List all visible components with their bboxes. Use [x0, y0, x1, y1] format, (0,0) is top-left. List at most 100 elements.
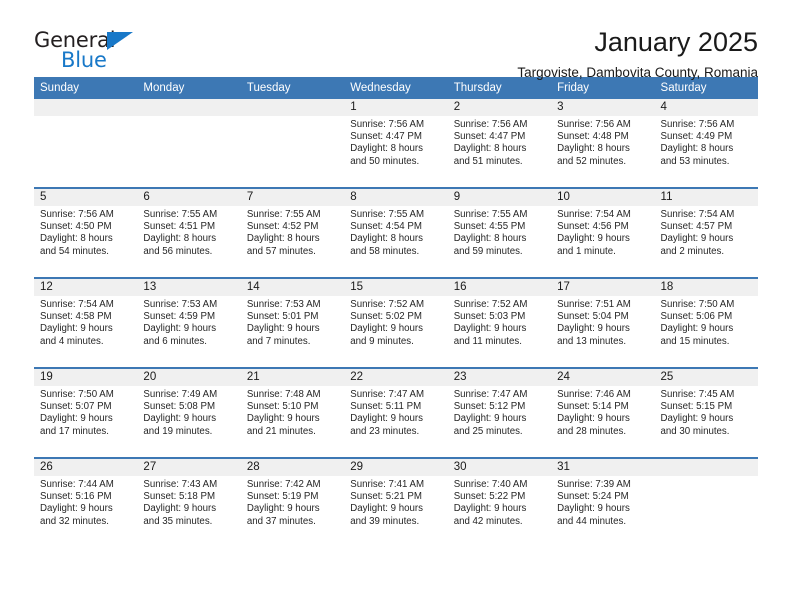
- calendar-day-cell[interactable]: 31 Sunrise: 7:39 AM Sunset: 5:24 PM Dayligh…: [551, 459, 655, 547]
- daylight-text-line1: Daylight: 9 hours: [143, 323, 217, 335]
- calendar-day-cell[interactable]: 2 Sunrise: 7:56 AM Sunset: 4:47 PM Daylight…: [447, 99, 552, 187]
- calendar-day-cell[interactable]: 10 Sunrise: 7:54 AM Sunset: 4:56 PM Dayligh…: [551, 189, 655, 277]
- sunrise-text: Sunrise: 7:46 AM: [557, 389, 631, 400]
- calendar-day-cell[interactable]: 28 Sunrise: 7:42 AM Sunset: 5:19 PM Dayligh…: [240, 459, 345, 547]
- day-details: Sunrise: 7:52 AM Sunset: 5:03 PM Daylight:…: [448, 296, 551, 348]
- day-details: Sunrise: 7:47 AM Sunset: 5:12 PM Daylight:…: [448, 386, 551, 438]
- calendar-week-row: 5 Sunrise: 7:56 AM Sunset: 4:50 PM Daylight…: [34, 189, 758, 277]
- sunrise-text: Sunrise: 7:50 AM: [40, 389, 114, 400]
- day-number-text: 12: [40, 281, 53, 293]
- sunrise-text: Sunrise: 7:42 AM: [246, 479, 321, 490]
- calendar-day-cell[interactable]: 30 Sunrise: 7:40 AM Sunset: 5:22 PM Dayligh…: [447, 459, 552, 547]
- sunset-text: Sunset: 4:56 PM: [557, 221, 629, 233]
- day-details: Sunrise: 7:54 AM Sunset: 4:58 PM Daylight:…: [34, 296, 137, 348]
- calendar-day-cell[interactable]: 4 Sunrise: 7:56 AM Sunset: 4:49 PM Daylight…: [654, 99, 758, 187]
- calendar-day-cell[interactable]: 16 Sunrise: 7:52 AM Sunset: 5:03 PM Dayligh…: [447, 279, 552, 367]
- page-subtitle: Targoviste, Dambovita County, Romania: [517, 65, 758, 81]
- calendar-day-cell[interactable]: 23 Sunrise: 7:47 AM Sunset: 5:12 PM Dayligh…: [447, 369, 552, 457]
- daylight-text-line2: and 2 minutes.: [660, 245, 725, 257]
- sunset-text: Sunset: 5:22 PM: [453, 491, 526, 503]
- day-details: Sunrise: 7:45 AM Sunset: 5:15 PM Daylight:…: [655, 386, 758, 438]
- daylight-text-line2: and 51 minutes.: [453, 155, 523, 167]
- calendar-day-cell[interactable]: 25 Sunrise: 7:45 AM Sunset: 5:15 PM Dayligh…: [654, 369, 758, 457]
- daylight-text-line1: Daylight: 9 hours: [143, 413, 217, 425]
- day-number-text: 16: [453, 281, 467, 293]
- day-details: Sunrise: 7:42 AM Sunset: 5:19 PM Daylight:…: [241, 476, 344, 528]
- calendar-day-cell[interactable]: 27 Sunrise: 7:43 AM Sunset: 5:18 PM Dayligh…: [137, 459, 241, 547]
- sunrise-text: Sunrise: 7:53 AM: [246, 299, 321, 310]
- sunset-text: Sunset: 4:55 PM: [453, 221, 526, 233]
- calendar-day-cell-empty: [34, 99, 138, 187]
- calendar-day-cell[interactable]: 15 Sunrise: 7:52 AM Sunset: 5:02 PM Dayligh…: [344, 279, 448, 367]
- calendar-day-cell[interactable]: 11 Sunrise: 7:54 AM Sunset: 4:57 PM Dayligh…: [654, 189, 758, 277]
- day-number-text: 8: [350, 191, 357, 203]
- daylight-text-line1: Daylight: 9 hours: [246, 413, 320, 425]
- day-number-text: 27: [143, 461, 157, 473]
- day-details: Sunrise: 7:50 AM Sunset: 5:07 PM Daylight:…: [34, 386, 137, 438]
- calendar-day-cell-empty: [654, 459, 758, 547]
- sunrise-text: Sunrise: 7:52 AM: [453, 299, 528, 310]
- sunrise-text: Sunrise: 7:56 AM: [453, 119, 528, 130]
- sunrise-text: Sunrise: 7:55 AM: [143, 209, 218, 220]
- daylight-text-line2: and 35 minutes.: [143, 515, 213, 527]
- calendar-day-cell[interactable]: 12 Sunrise: 7:54 AM Sunset: 4:58 PM Dayligh…: [34, 279, 138, 367]
- day-details: Sunrise: 7:54 AM Sunset: 4:56 PM Daylight:…: [551, 206, 654, 258]
- sunrise-text: Sunrise: 7:55 AM: [453, 209, 528, 220]
- calendar-day-cell[interactable]: 22 Sunrise: 7:47 AM Sunset: 5:11 PM Dayligh…: [344, 369, 448, 457]
- sunset-text: Sunset: 4:51 PM: [143, 221, 216, 233]
- sunrise-text: Sunrise: 7:56 AM: [350, 119, 425, 130]
- sunset-text: Sunset: 5:15 PM: [660, 401, 733, 413]
- day-details: Sunrise: 7:56 AM Sunset: 4:49 PM Daylight:…: [655, 116, 758, 168]
- daylight-text-line2: and 9 minutes.: [350, 335, 414, 347]
- calendar-day-cell[interactable]: 18 Sunrise: 7:50 AM Sunset: 5:06 PM Dayligh…: [654, 279, 758, 367]
- daylight-text-line2: and 6 minutes.: [143, 335, 207, 347]
- calendar-day-cell[interactable]: 24 Sunrise: 7:46 AM Sunset: 5:14 PM Dayligh…: [551, 369, 655, 457]
- daylight-text-line2: and 52 minutes.: [557, 155, 627, 167]
- day-number: [654, 459, 758, 476]
- calendar-day-cell[interactable]: 14 Sunrise: 7:53 AM Sunset: 5:01 PM Dayligh…: [240, 279, 345, 367]
- calendar-day-cell[interactable]: 9 Sunrise: 7:55 AM Sunset: 4:55 PM Daylight…: [447, 189, 552, 277]
- title-block: January 2025 Targoviste, Dambovita Count…: [144, 28, 758, 81]
- day-number: 14: [240, 279, 345, 296]
- day-number: 6: [137, 189, 241, 206]
- daylight-text-line1: Daylight: 9 hours: [557, 233, 630, 245]
- day-details: Sunrise: 7:55 AM Sunset: 4:52 PM Daylight:…: [241, 206, 344, 258]
- daylight-text-line1: Daylight: 9 hours: [453, 503, 527, 515]
- day-number-text: 19: [40, 371, 53, 383]
- day-number: 23: [447, 369, 552, 386]
- calendar-day-cell[interactable]: 20 Sunrise: 7:49 AM Sunset: 5:08 PM Dayligh…: [137, 369, 241, 457]
- sunset-text: Sunset: 5:02 PM: [350, 311, 422, 323]
- calendar-day-cell[interactable]: 5 Sunrise: 7:56 AM Sunset: 4:50 PM Daylight…: [34, 189, 138, 277]
- day-number: 24: [551, 369, 655, 386]
- day-number: 12: [34, 279, 138, 296]
- daylight-text-line1: Daylight: 9 hours: [557, 323, 630, 335]
- calendar-day-cell[interactable]: 7 Sunrise: 7:55 AM Sunset: 4:52 PM Daylight…: [240, 189, 345, 277]
- calendar-day-cell[interactable]: 6 Sunrise: 7:55 AM Sunset: 4:51 PM Daylight…: [137, 189, 241, 277]
- sunrise-text: Sunrise: 7:54 AM: [557, 209, 631, 220]
- daylight-text-line2: and 58 minutes.: [350, 245, 420, 257]
- sunrise-text: Sunrise: 7:50 AM: [660, 299, 735, 310]
- calendar-day-cell[interactable]: 1 Sunrise: 7:56 AM Sunset: 4:47 PM Daylight…: [344, 99, 448, 187]
- daylight-text-line2: and 53 minutes.: [660, 155, 730, 167]
- calendar-day-cell[interactable]: 17 Sunrise: 7:51 AM Sunset: 5:04 PM Dayligh…: [551, 279, 655, 367]
- daylight-text-line1: Daylight: 8 hours: [453, 233, 527, 245]
- day-number: 1: [344, 99, 448, 116]
- day-number-text: 31: [557, 461, 570, 473]
- calendar-day-cell[interactable]: 26 Sunrise: 7:44 AM Sunset: 5:16 PM Dayligh…: [34, 459, 138, 547]
- calendar-day-cell[interactable]: 8 Sunrise: 7:55 AM Sunset: 4:54 PM Daylight…: [344, 189, 448, 277]
- calendar-day-cell[interactable]: 29 Sunrise: 7:41 AM Sunset: 5:21 PM Dayligh…: [344, 459, 448, 547]
- calendar-day-cell[interactable]: 19 Sunrise: 7:50 AM Sunset: 5:07 PM Dayligh…: [34, 369, 138, 457]
- generalblue-logo[interactable]: General Blue: [34, 28, 144, 72]
- day-number-text: 5: [40, 191, 47, 203]
- day-number-text: 22: [350, 371, 364, 383]
- day-number-text: 23: [453, 371, 467, 383]
- calendar-grid: Sunday Monday Tuesday Wednesday Thursday…: [34, 77, 758, 547]
- day-details: Sunrise: 7:56 AM Sunset: 4:48 PM Daylight:…: [551, 116, 654, 168]
- sunset-text: Sunset: 5:16 PM: [40, 491, 112, 503]
- calendar-day-cell[interactable]: 13 Sunrise: 7:53 AM Sunset: 4:59 PM Dayligh…: [137, 279, 241, 367]
- calendar-day-cell[interactable]: 21 Sunrise: 7:48 AM Sunset: 5:10 PM Dayligh…: [240, 369, 345, 457]
- day-number: 16: [447, 279, 552, 296]
- daylight-text-line1: Daylight: 9 hours: [143, 503, 217, 515]
- calendar-day-cell-empty: [240, 99, 345, 187]
- calendar-day-cell[interactable]: 3 Sunrise: 7:56 AM Sunset: 4:48 PM Daylight…: [551, 99, 655, 187]
